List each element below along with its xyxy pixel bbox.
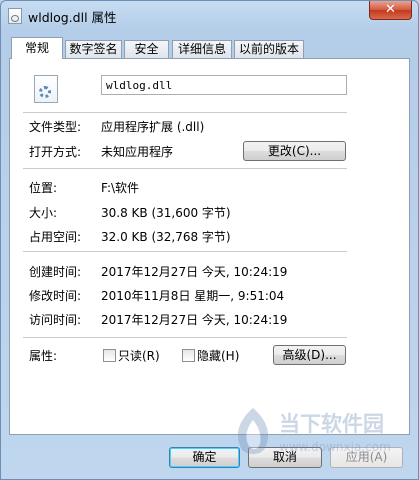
general-tab-panel [9, 58, 410, 435]
hidden-checkbox[interactable] [182, 349, 195, 362]
location-label: 位置: [29, 181, 58, 195]
divider [23, 337, 347, 338]
tab-details[interactable]: 详细信息 [172, 40, 232, 58]
modified-value: 2010年11月8日 星期一, 9:51:04 [101, 289, 285, 303]
cancel-button-label: 取消 [272, 450, 297, 464]
change-button[interactable]: 更改(C)... [243, 141, 346, 161]
size-label: 大小: [29, 206, 58, 220]
tab-previous-versions[interactable]: 以前的版本 [234, 40, 304, 58]
readonly-checkbox-label[interactable]: 只读(R) [118, 347, 160, 364]
accessed-value: 2017年12月27日 今天, 10:24:19 [101, 313, 288, 327]
size-on-disk-value: 32.0 KB (32,768 字节) [101, 230, 231, 244]
tab-label: 数字签名 [69, 42, 118, 56]
divider [23, 112, 347, 113]
gear-icon [39, 86, 51, 98]
properties-window: wldlog.dll 属性 ✕ 常规 数字签名 安全 详细信息 以前的版本 文件… [0, 0, 419, 480]
cancel-button[interactable]: 取消 [248, 447, 322, 468]
file-type-label: 文件类型: [29, 120, 82, 134]
created-value: 2017年12月27日 今天, 10:24:19 [101, 265, 288, 279]
created-label: 创建时间: [29, 265, 82, 279]
accessed-label: 访问时间: [29, 313, 82, 327]
title-bar[interactable]: wldlog.dll 属性 ✕ [1, 1, 418, 31]
advanced-button-label: 高级(D)... [282, 348, 337, 362]
window-title: wldlog.dll 属性 [28, 10, 117, 25]
dll-file-icon [8, 8, 22, 24]
opens-with-label: 打开方式: [29, 145, 82, 159]
tab-digital-signatures[interactable]: 数字签名 [65, 40, 122, 58]
file-name-input[interactable] [101, 75, 347, 95]
close-icon: ✕ [385, 2, 396, 17]
file-type-value: 应用程序扩展 (.dll) [101, 120, 205, 134]
size-on-disk-label: 占用空间: [29, 230, 82, 244]
tab-general[interactable]: 常规 [11, 37, 63, 59]
location-value: F:\软件 [101, 181, 140, 195]
size-value: 30.8 KB (31,600 字节) [101, 206, 231, 220]
opens-with-value: 未知应用程序 [101, 145, 174, 159]
ok-button[interactable]: 确定 [169, 447, 240, 468]
tab-label: 常规 [24, 41, 49, 55]
hidden-checkbox-label[interactable]: 隐藏(H) [197, 347, 239, 364]
tab-label: 安全 [134, 42, 159, 56]
attributes-label: 属性: [29, 349, 58, 363]
close-button[interactable]: ✕ [369, 1, 412, 20]
change-button-label: 更改(C)... [267, 144, 322, 158]
divider [23, 168, 347, 169]
tab-label: 详细信息 [177, 42, 226, 56]
tab-label: 以前的版本 [238, 42, 299, 56]
apply-button-label: 应用(A) [345, 450, 388, 464]
divider [23, 251, 347, 252]
tab-security[interactable]: 安全 [124, 40, 169, 58]
dll-file-icon [34, 75, 58, 103]
readonly-checkbox[interactable] [103, 349, 116, 362]
modified-label: 修改时间: [29, 289, 82, 303]
advanced-button[interactable]: 高级(D)... [273, 345, 346, 365]
apply-button[interactable]: 应用(A) [330, 447, 403, 468]
ok-button-label: 确定 [192, 450, 217, 464]
